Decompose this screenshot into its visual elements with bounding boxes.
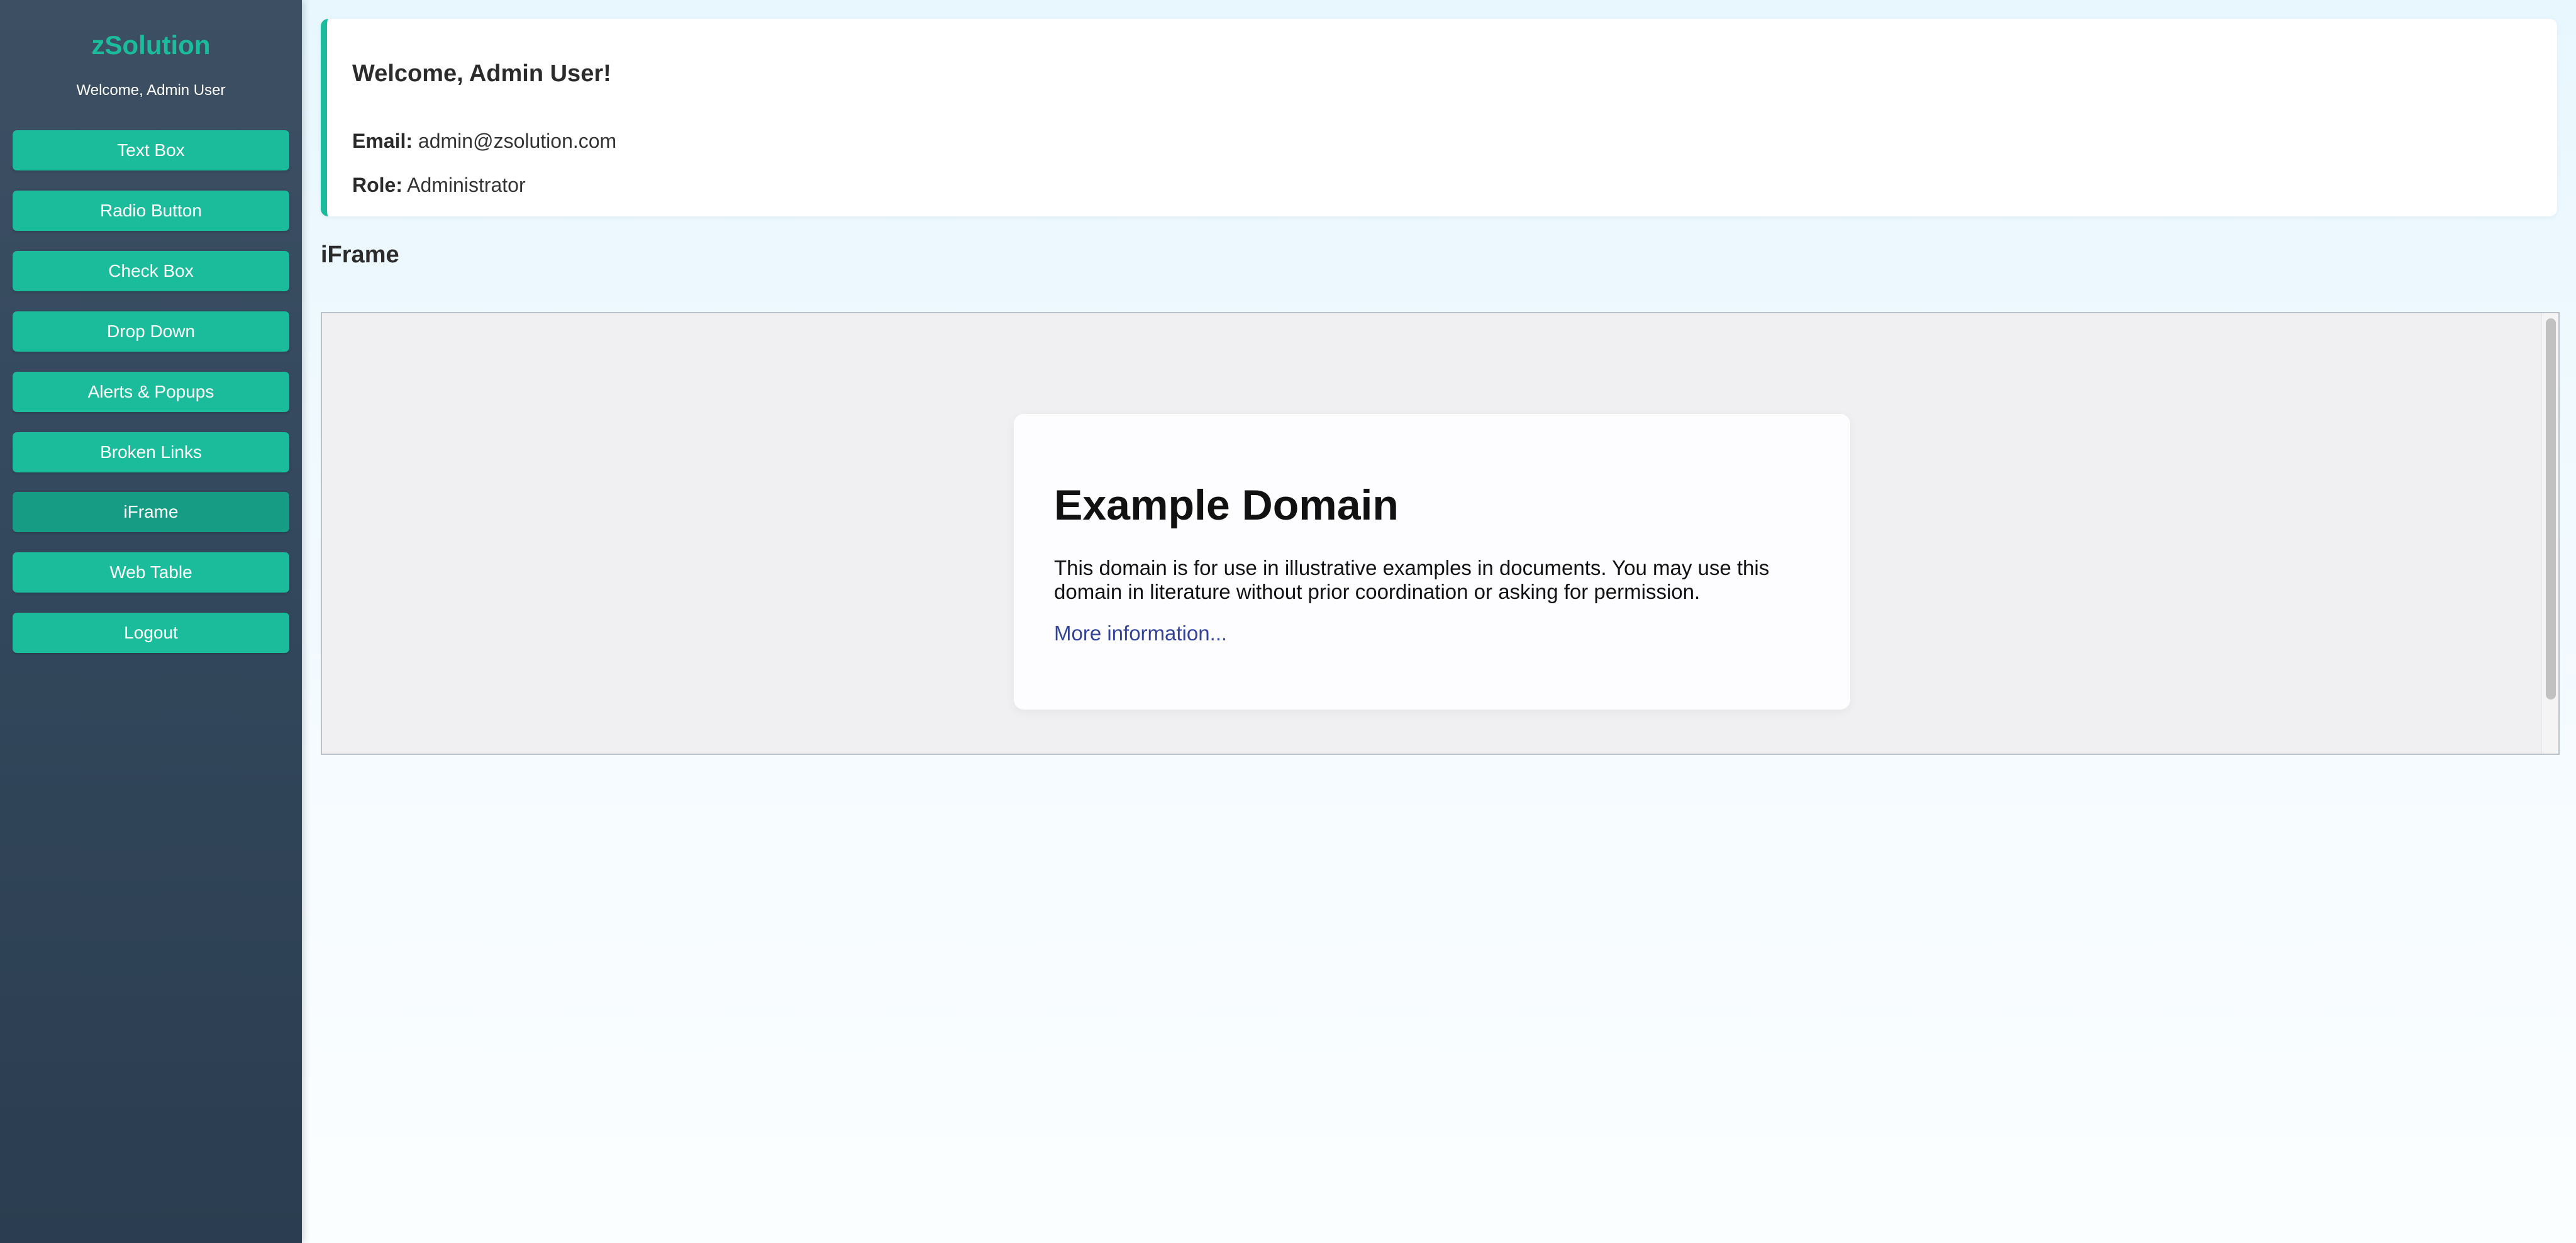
example-domain-card: Example Domain This domain is for use in… (1014, 414, 1850, 710)
nav-drop-down-button[interactable]: Drop Down (13, 311, 289, 352)
nav-text-box-button[interactable]: Text Box (13, 130, 289, 170)
user-email-line: Email: admin@zsolution.com (352, 130, 616, 153)
brand-logo-text: zSolution (91, 30, 211, 60)
nav-broken-links-button[interactable]: Broken Links (13, 432, 289, 472)
role-value: Administrator (407, 174, 526, 196)
role-label: Role: (352, 174, 402, 196)
example-domain-title: Example Domain (1054, 481, 1399, 529)
more-information-link[interactable]: More information... (1054, 622, 1227, 645)
sidebar-welcome-text: Welcome, Admin User (76, 82, 226, 99)
user-welcome-heading: Welcome, Admin User! (352, 60, 611, 87)
email-value: admin@zsolution.com (418, 130, 617, 152)
nav-radio-button-button[interactable]: Radio Button (13, 191, 289, 231)
nav-web-table-button[interactable]: Web Table (13, 552, 289, 593)
logout-button[interactable]: Logout (13, 613, 289, 653)
iframe-frame[interactable]: Example Domain This domain is for use in… (321, 312, 2560, 755)
nav-iframe-button[interactable]: iFrame (13, 492, 289, 532)
iframe-scrollbar-thumb[interactable] (2546, 318, 2556, 700)
nav-alerts-popups-button[interactable]: Alerts & Popups (13, 372, 289, 412)
nav-check-box-button[interactable]: Check Box (13, 251, 289, 291)
example-domain-description: This domain is for use in illustrative e… (1054, 556, 1770, 603)
user-info-card: Welcome, Admin User! Email: admin@zsolut… (321, 19, 2557, 216)
iframe-scrollbar-track[interactable] (2541, 313, 2558, 754)
email-label: Email: (352, 130, 413, 152)
user-role-line: Role: Administrator (352, 174, 526, 197)
page-title: iFrame (321, 242, 399, 268)
sidebar: zSolution Welcome, Admin User Text Box R… (0, 0, 302, 1243)
